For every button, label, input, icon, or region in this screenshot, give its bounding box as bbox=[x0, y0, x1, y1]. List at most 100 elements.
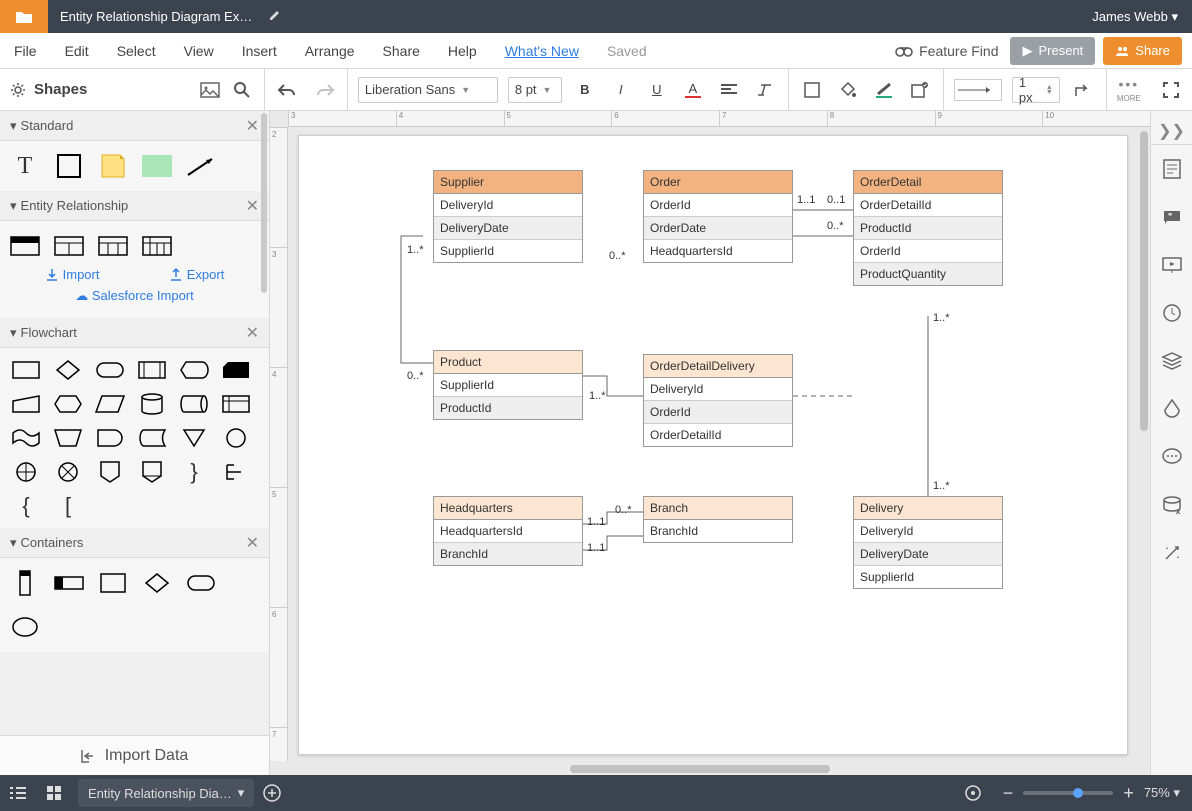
entity-row[interactable]: ProductQuantity bbox=[854, 263, 1002, 285]
cont-shape-3[interactable] bbox=[98, 568, 128, 598]
cont-shape-4[interactable] bbox=[142, 568, 172, 598]
entity-row[interactable]: OrderId bbox=[644, 194, 792, 217]
line-style-select[interactable] bbox=[954, 79, 1002, 101]
entity-row[interactable]: DeliveryId bbox=[644, 378, 792, 401]
line-width-select[interactable]: 1 px▲▼ bbox=[1012, 77, 1060, 103]
entity-row[interactable]: DeliveryDate bbox=[434, 217, 582, 240]
font-select[interactable]: Liberation Sans▼ bbox=[358, 77, 498, 103]
entity-row[interactable]: OrderDetailId bbox=[644, 424, 792, 446]
fc-tape[interactable] bbox=[10, 426, 42, 450]
fc-manualop[interactable] bbox=[52, 426, 84, 450]
menu-arrange[interactable]: Arrange bbox=[291, 33, 369, 68]
data-icon[interactable] bbox=[1151, 481, 1192, 529]
menu-edit[interactable]: Edit bbox=[51, 33, 103, 68]
fc-delay[interactable] bbox=[94, 426, 126, 450]
notes-icon[interactable] bbox=[1151, 145, 1192, 193]
comments-icon[interactable]: ❞ bbox=[1151, 193, 1192, 241]
more-button[interactable]: •••MORE bbox=[1117, 76, 1141, 103]
fc-data[interactable] bbox=[94, 392, 126, 416]
fc-note[interactable] bbox=[220, 460, 252, 484]
fc-stored[interactable] bbox=[136, 426, 168, 450]
border-button[interactable] bbox=[871, 77, 897, 103]
panel-er-head[interactable]: ▾ Entity Relationship✕ bbox=[0, 191, 269, 221]
cont-shape-2[interactable] bbox=[54, 568, 84, 598]
entity-oddeliv[interactable]: OrderDetailDelivery DeliveryId OrderId O… bbox=[643, 354, 793, 447]
fc-brace-r[interactable]: } bbox=[178, 460, 210, 484]
block-shape[interactable] bbox=[142, 151, 172, 181]
bold-button[interactable]: B bbox=[572, 77, 598, 103]
entity-row[interactable]: OrderDetailId bbox=[854, 194, 1002, 217]
entity-row[interactable]: SupplierId bbox=[854, 566, 1002, 588]
fc-decision[interactable] bbox=[52, 358, 84, 382]
fill-button[interactable] bbox=[835, 77, 861, 103]
zoom-out-button[interactable]: − bbox=[1003, 783, 1014, 804]
entity-row[interactable]: DeliveryId bbox=[434, 194, 582, 217]
paper[interactable]: Supplier DeliveryId DeliveryDate Supplie… bbox=[298, 135, 1128, 755]
entity-row[interactable]: ProductId bbox=[854, 217, 1002, 240]
import-link[interactable]: Import bbox=[45, 267, 100, 282]
page-tab[interactable]: Entity Relationship Dia… ▾ bbox=[78, 779, 254, 807]
shapes-panel-toggle[interactable]: Shapes bbox=[10, 81, 87, 98]
canvas-scrollbar-h[interactable] bbox=[570, 765, 830, 773]
salesforce-import-link[interactable]: ☁ Salesforce Import bbox=[10, 288, 259, 308]
panel-standard-head[interactable]: ▾ Standard✕ bbox=[0, 111, 269, 141]
fc-bracket[interactable]: [ bbox=[52, 494, 84, 518]
feature-find[interactable]: Feature Find bbox=[895, 43, 998, 59]
search-icon[interactable] bbox=[230, 78, 254, 102]
close-icon[interactable]: ✕ bbox=[246, 323, 259, 343]
canvas[interactable]: 345678910 234567 Supplier Del bbox=[270, 111, 1150, 775]
entity-row[interactable]: DeliveryId bbox=[854, 520, 1002, 543]
import-data-button[interactable]: Import Data bbox=[0, 735, 269, 775]
zoom-value[interactable]: 75% ▾ bbox=[1144, 785, 1180, 801]
fc-sum[interactable] bbox=[52, 460, 84, 484]
clear-format-button[interactable] bbox=[752, 77, 778, 103]
shape-options-button[interactable] bbox=[907, 77, 933, 103]
fc-brace-l[interactable]: { bbox=[10, 494, 42, 518]
fc-offpage2[interactable] bbox=[136, 460, 168, 484]
arrow-shape[interactable] bbox=[186, 151, 216, 181]
menu-view[interactable]: View bbox=[170, 33, 228, 68]
fc-terminator[interactable] bbox=[94, 358, 126, 382]
format-icon[interactable] bbox=[1151, 385, 1192, 433]
fc-display[interactable] bbox=[178, 358, 210, 382]
undo-button[interactable] bbox=[275, 78, 299, 102]
image-icon[interactable] bbox=[198, 78, 222, 102]
entity-row[interactable]: HeadquartersId bbox=[434, 520, 582, 543]
entity-orderdetail[interactable]: OrderDetail OrderDetailId ProductId Orde… bbox=[853, 170, 1003, 286]
close-icon[interactable]: ✕ bbox=[246, 196, 259, 216]
export-link[interactable]: Export bbox=[169, 267, 225, 282]
close-icon[interactable]: ✕ bbox=[246, 116, 259, 136]
fullscreen-button[interactable] bbox=[1151, 69, 1192, 110]
target-icon[interactable] bbox=[955, 775, 991, 811]
fc-offpage[interactable] bbox=[94, 460, 126, 484]
entity-hq[interactable]: Headquarters HeadquartersId BranchId bbox=[433, 496, 583, 566]
present-button[interactable]: ▶ Present bbox=[1010, 37, 1095, 65]
entity-branch[interactable]: Branch BranchId bbox=[643, 496, 793, 543]
er-shape-2[interactable] bbox=[54, 231, 84, 261]
fc-manual-input[interactable] bbox=[10, 392, 42, 416]
menu-help[interactable]: Help bbox=[434, 33, 491, 68]
entity-row[interactable]: OrderId bbox=[854, 240, 1002, 263]
fc-prep[interactable] bbox=[52, 392, 84, 416]
document-title[interactable]: Entity Relationship Diagram Exa… bbox=[48, 9, 268, 24]
entity-row[interactable]: ProductId bbox=[434, 397, 582, 419]
line-route-button[interactable] bbox=[1070, 77, 1096, 103]
zoom-slider[interactable] bbox=[1023, 791, 1113, 795]
layers-icon[interactable] bbox=[1151, 337, 1192, 385]
entity-row[interactable]: SupplierId bbox=[434, 240, 582, 262]
magic-icon[interactable] bbox=[1151, 529, 1192, 577]
close-icon[interactable]: ✕ bbox=[246, 533, 259, 553]
entity-product[interactable]: Product SupplierId ProductId bbox=[433, 350, 583, 420]
folder-icon[interactable] bbox=[0, 0, 48, 33]
fc-predef[interactable] bbox=[136, 358, 168, 382]
shape-style-button[interactable] bbox=[799, 77, 825, 103]
align-button[interactable] bbox=[716, 77, 742, 103]
cont-shape-6[interactable] bbox=[10, 612, 40, 642]
font-size-select[interactable]: 8 pt▼ bbox=[508, 77, 562, 103]
entity-row[interactable]: BranchId bbox=[644, 520, 792, 542]
entity-row[interactable]: OrderId bbox=[644, 401, 792, 424]
entity-delivery[interactable]: Delivery DeliveryId DeliveryDate Supplie… bbox=[853, 496, 1003, 589]
zoom-in-button[interactable]: + bbox=[1123, 783, 1134, 804]
cont-shape-1[interactable] bbox=[10, 568, 40, 598]
fc-or[interactable] bbox=[10, 460, 42, 484]
